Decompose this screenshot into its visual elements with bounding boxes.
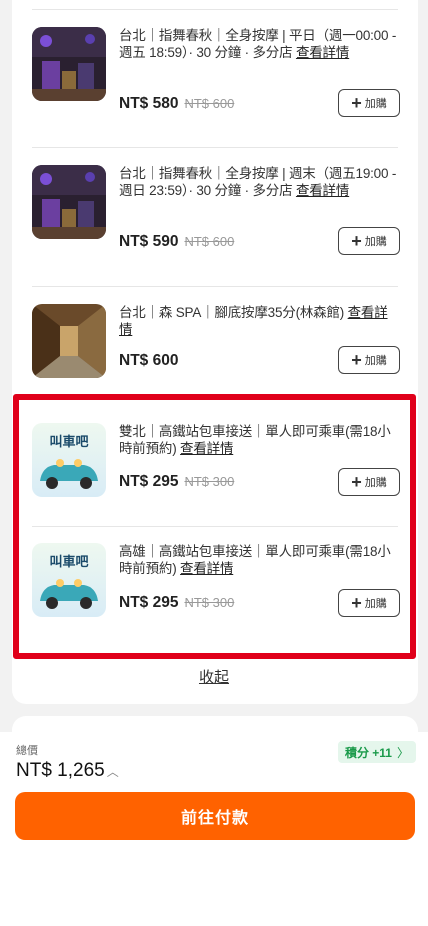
original-price: NT$ 300 [184,474,235,489]
item-price: NT$ 590 NT$ 600 [119,233,235,250]
item-price: NT$ 295 NT$ 300 [119,594,235,611]
addon-item: 台北｜森 SPA｜腳底按摩35分(林森館) 查看詳情 NT$ 600 + 加購 [32,304,400,380]
plus-icon: + [351,93,362,113]
addon-item: 叫車吧 雙北｜高鐵站包車接送｜單人即可乘車(需18小時前預約) 查看詳情 NT$… [32,423,400,499]
item-title: 台北｜指舞春秋｜全身按摩 | 平日（週一00:00 - 週五 18:59）· 3… [119,28,397,60]
addon-item: 叫車吧 高雄｜高鐵站包車接送｜單人即可乘車(需18小時前預約) 查看詳情 NT$… [32,543,400,619]
chevron-right-icon: 〉 [396,745,409,760]
addon-item: 台北｜指舞春秋｜全身按摩 | 平日（週一00:00 - 週五 18:59）· 3… [32,27,400,127]
add-on-button[interactable]: + 加購 [338,89,400,117]
original-price: NT$ 600 [184,234,235,249]
item-price: NT$ 580 NT$ 600 [119,95,235,112]
massage-room-photo[interactable] [32,165,106,239]
item-price: NT$ 600 [119,352,179,369]
view-details-link[interactable]: 查看詳情 [180,561,233,576]
item-price: NT$ 295 NT$ 300 [119,473,235,490]
collapse-link[interactable]: 收起 [0,666,428,687]
total-label: 總價 [16,745,38,757]
divider [32,9,398,10]
item-title: 高雄｜高鐵站包車接送｜單人即可乘車(需18小時前預約) 查看詳情 [119,544,391,576]
add-on-button[interactable]: + 加購 [338,468,400,496]
spa-corridor-photo[interactable] [32,304,106,378]
plus-icon: + [351,472,362,492]
divider [32,526,398,527]
add-on-button[interactable]: + 加購 [338,227,400,255]
item-title: 台北｜森 SPA｜腳底按摩35分(林森館) 查看詳情 [119,305,388,337]
add-on-button[interactable]: + 加購 [338,589,400,617]
pay-button[interactable]: 前往付款 [15,792,415,840]
divider [32,147,398,148]
plus-icon: + [351,231,362,251]
logo-text: 叫車吧 [49,434,89,449]
plus-icon: + [351,350,362,370]
view-details-link[interactable]: 查看詳情 [296,183,349,198]
add-on-button[interactable]: + 加購 [338,346,400,374]
item-title: 台北｜指舞春秋｜全身按摩 | 週末（週五19:00 - 週日 23:59）· 3… [119,166,397,198]
logo-text: 叫車吧 [49,554,89,569]
plus-icon: + [351,593,362,613]
taxi-logo-icon[interactable]: 叫車吧 [32,423,106,497]
item-title: 雙北｜高鐵站包車接送｜單人即可乘車(需18小時前預約) 查看詳情 [119,424,391,456]
divider [32,286,398,287]
taxi-logo-icon[interactable]: 叫車吧 [32,543,106,617]
massage-room-photo[interactable] [32,27,106,101]
original-price: NT$ 600 [184,96,235,111]
view-details-link[interactable]: 查看詳情 [296,45,349,60]
chevron-up-icon: ︿ [106,765,119,779]
addon-item: 台北｜指舞春秋｜全身按摩 | 週末（週五19:00 - 週日 23:59）· 3… [32,165,400,265]
view-details-link[interactable]: 查看詳情 [180,441,233,456]
total-price[interactable]: NT$ 1,265 ︿ [16,760,119,782]
original-price: NT$ 300 [184,595,235,610]
points-badge[interactable]: 積分 +11 〉 [337,741,416,763]
